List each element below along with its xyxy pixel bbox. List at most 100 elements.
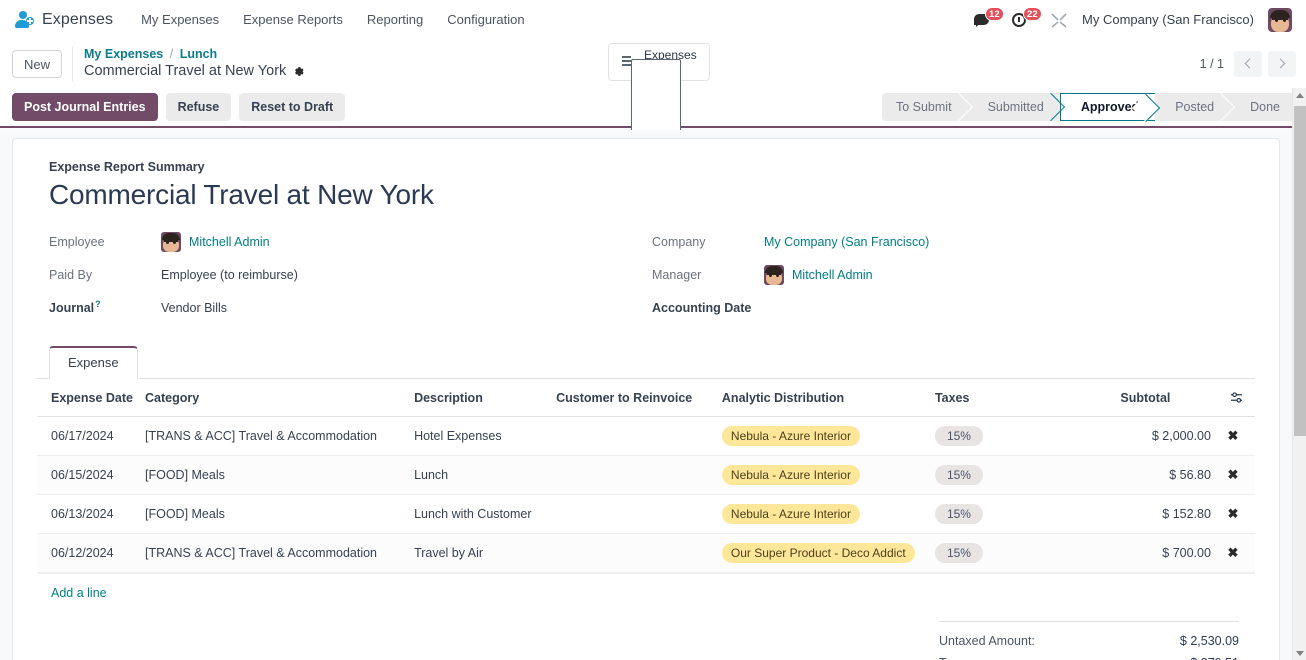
- cell-customer[interactable]: [550, 494, 716, 534]
- cell-description[interactable]: Hotel Expenses: [408, 416, 551, 456]
- total-taxes-value: $ 379.51: [1190, 656, 1239, 660]
- cell-taxes[interactable]: 15%: [928, 455, 1115, 495]
- cell-expense-date[interactable]: 06/13/2024: [37, 494, 139, 534]
- reset-to-draft-button[interactable]: Reset to Draft: [239, 92, 346, 121]
- column-header-customer-to-reinvoice[interactable]: Customer to Reinvoice: [550, 379, 716, 417]
- field-company-value[interactable]: My Company (San Francisco): [764, 235, 929, 249]
- cell-category[interactable]: [TRANS & ACC] Travel & Accommodation: [138, 416, 409, 456]
- close-icon[interactable]: ✖: [1228, 428, 1239, 443]
- column-header-subtotal[interactable]: Subtotal: [1114, 379, 1217, 417]
- debug-tools-icon[interactable]: [1050, 11, 1068, 29]
- column-options-icon[interactable]: [1230, 391, 1243, 404]
- cell-delete[interactable]: ✖: [1216, 533, 1255, 573]
- cell-customer[interactable]: [550, 533, 716, 573]
- post-journal-entries-button[interactable]: Post Journal Entries: [12, 92, 158, 121]
- expenses-stat-button[interactable]: Expenses 4: [608, 42, 710, 590]
- new-record-button[interactable]: New: [12, 49, 63, 78]
- total-untaxed-value: $ 2,530.09: [1179, 634, 1239, 648]
- add-a-line-link[interactable]: Add a line: [51, 586, 107, 600]
- cell-description[interactable]: Lunch with Customer: [408, 494, 551, 534]
- pager-previous-button[interactable]: [1234, 50, 1262, 77]
- column-header-expense-date[interactable]: Expense Date: [37, 379, 139, 417]
- field-journal-help-icon[interactable]: ?: [95, 299, 101, 309]
- column-header-analytic-distribution[interactable]: Analytic Distribution: [715, 379, 929, 417]
- column-header-category[interactable]: Category: [138, 379, 409, 417]
- table-row[interactable]: 06/15/2024 [FOOD] Meals Lunch Nebula - A…: [37, 455, 1255, 495]
- close-icon[interactable]: ✖: [1228, 467, 1239, 482]
- breadcrumb-lunch[interactable]: Lunch: [180, 47, 218, 61]
- cell-customer[interactable]: [550, 416, 716, 456]
- cell-subtotal[interactable]: $ 2,000.00: [1114, 416, 1217, 456]
- close-icon[interactable]: ✖: [1228, 506, 1239, 521]
- column-header-description[interactable]: Description: [408, 379, 551, 417]
- field-manager: Manager Mitchell Admin: [652, 258, 1255, 291]
- close-icon[interactable]: ✖: [1228, 545, 1239, 560]
- cell-delete[interactable]: ✖: [1216, 416, 1255, 456]
- vertical-scrollbar[interactable]: [1292, 88, 1306, 660]
- stage-done[interactable]: Done: [1230, 92, 1294, 121]
- analytic-tag[interactable]: Nebula - Azure Interior: [721, 504, 860, 524]
- pager-next-button[interactable]: [1268, 50, 1296, 77]
- cell-analytic[interactable]: Nebula - Azure Interior: [715, 455, 929, 495]
- breadcrumb-my-expenses[interactable]: My Expenses: [84, 47, 163, 61]
- cell-subtotal[interactable]: $ 56.80: [1114, 455, 1217, 495]
- add-line-row: Add a line: [37, 573, 1255, 611]
- cell-delete[interactable]: ✖: [1216, 494, 1255, 534]
- cell-subtotal[interactable]: $ 700.00: [1114, 533, 1217, 573]
- analytic-tag[interactable]: Our Super Product - Deco Addict: [721, 543, 915, 563]
- field-manager-value[interactable]: Mitchell Admin: [792, 268, 873, 282]
- tax-tag[interactable]: 15%: [934, 426, 983, 446]
- stage-to-submit[interactable]: To Submit: [881, 92, 968, 121]
- table-row[interactable]: 06/17/2024 [TRANS & ACC] Travel & Accomm…: [37, 416, 1255, 456]
- activities-button[interactable]: 22: [1012, 6, 1042, 31]
- cell-delete[interactable]: ✖: [1216, 455, 1255, 495]
- menu-item-expense-reports[interactable]: Expense Reports: [231, 6, 355, 33]
- gear-icon[interactable]: [292, 65, 305, 78]
- scrollbar-thumb[interactable]: [1294, 106, 1306, 436]
- field-journal: Journal? Vendor Bills: [49, 291, 652, 324]
- tax-tag[interactable]: 15%: [934, 465, 983, 485]
- stage-submitted[interactable]: Submitted: [967, 92, 1060, 121]
- stage-approved[interactable]: Approved: [1059, 92, 1156, 121]
- table-row[interactable]: 06/13/2024 [FOOD] Meals Lunch with Custo…: [37, 494, 1255, 534]
- stage-posted[interactable]: Posted: [1155, 92, 1231, 121]
- scroll-down-arrow-icon[interactable]: [1293, 646, 1306, 660]
- scroll-up-arrow-icon[interactable]: [1293, 88, 1306, 102]
- tax-tag[interactable]: 15%: [934, 543, 983, 563]
- cell-category[interactable]: [FOOD] Meals: [138, 494, 409, 534]
- messages-button[interactable]: 12: [974, 6, 1004, 31]
- tax-tag[interactable]: 15%: [934, 504, 983, 524]
- cell-description[interactable]: Travel by Air: [408, 533, 551, 573]
- company-switcher[interactable]: My Company (San Francisco): [1082, 12, 1254, 27]
- cell-category[interactable]: [TRANS & ACC] Travel & Accommodation: [138, 533, 409, 573]
- field-paid-by-value[interactable]: Employee (to reimburse): [161, 268, 298, 282]
- app-brand[interactable]: Expenses: [14, 10, 113, 30]
- field-employee-value[interactable]: Mitchell Admin: [189, 235, 270, 249]
- activities-badge: 22: [1023, 6, 1042, 21]
- cell-expense-date[interactable]: 06/12/2024: [37, 533, 139, 573]
- cell-taxes[interactable]: 15%: [928, 494, 1115, 534]
- cell-analytic[interactable]: Nebula - Azure Interior: [715, 416, 929, 456]
- cell-analytic[interactable]: Nebula - Azure Interior: [715, 494, 929, 534]
- cell-taxes[interactable]: 15%: [928, 416, 1115, 456]
- user-avatar[interactable]: [1268, 7, 1292, 32]
- tab-expense[interactable]: Expense: [49, 346, 138, 379]
- analytic-tag[interactable]: Nebula - Azure Interior: [721, 465, 860, 485]
- cell-description[interactable]: Lunch: [408, 455, 551, 495]
- table-row[interactable]: 06/12/2024 [TRANS & ACC] Travel & Accomm…: [37, 533, 1255, 573]
- column-header-taxes[interactable]: Taxes: [928, 379, 1115, 417]
- manager-avatar: [764, 264, 784, 285]
- analytic-tag[interactable]: Nebula - Azure Interior: [721, 426, 860, 446]
- refuse-button[interactable]: Refuse: [165, 92, 232, 121]
- cell-customer[interactable]: [550, 455, 716, 495]
- menu-item-my-expenses[interactable]: My Expenses: [129, 6, 231, 33]
- cell-expense-date[interactable]: 06/17/2024: [37, 416, 139, 456]
- cell-taxes[interactable]: 15%: [928, 533, 1115, 573]
- field-journal-value[interactable]: Vendor Bills: [161, 301, 227, 315]
- menu-item-reporting[interactable]: Reporting: [355, 6, 435, 33]
- cell-category[interactable]: [FOOD] Meals: [138, 455, 409, 495]
- cell-analytic[interactable]: Our Super Product - Deco Addict: [715, 533, 929, 573]
- menu-item-configuration[interactable]: Configuration: [435, 6, 536, 33]
- cell-subtotal[interactable]: $ 152.80: [1114, 494, 1217, 534]
- cell-expense-date[interactable]: 06/15/2024: [37, 455, 139, 495]
